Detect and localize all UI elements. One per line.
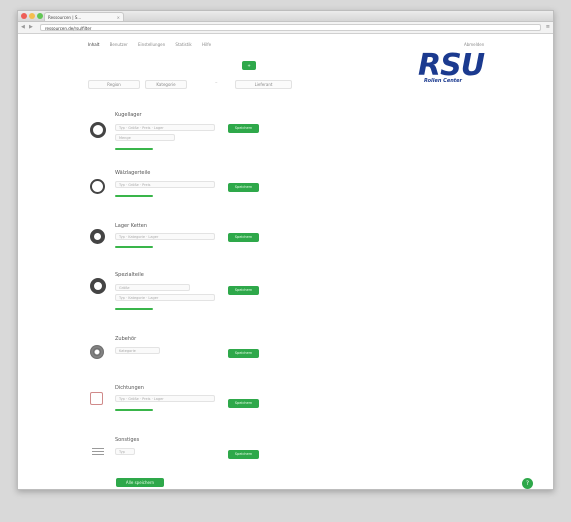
item-fields-secondary[interactable]: Menge bbox=[115, 134, 175, 141]
item-fields[interactable]: Typ · Kategorie · Lager bbox=[115, 233, 215, 240]
url-input[interactable]: ressourcen.de/rsu/filter bbox=[40, 24, 541, 31]
logo-text: RSU bbox=[418, 48, 485, 83]
item-progress bbox=[115, 148, 153, 150]
item-fields[interactable]: Typ · Größe · Preis bbox=[115, 181, 215, 188]
list-icon bbox=[92, 448, 104, 457]
item-progress bbox=[115, 195, 153, 197]
list-item: Dichtungen Typ · Größe · Preis · Lager S… bbox=[90, 385, 270, 417]
list-item: Lager Ketten Typ · Kategorie · Lager Spe… bbox=[90, 223, 270, 255]
ring-icon bbox=[90, 278, 106, 294]
item-title: Sonstiges bbox=[115, 437, 140, 443]
item-progress bbox=[115, 308, 153, 310]
item-save-button[interactable]: Speichern bbox=[228, 349, 259, 358]
item-title: Wälzlagerteile bbox=[115, 170, 151, 176]
item-progress bbox=[115, 246, 153, 248]
logout-link[interactable]: Abmelden bbox=[464, 42, 484, 47]
item-title: Lager Ketten bbox=[115, 223, 148, 229]
square-icon bbox=[90, 392, 103, 405]
close-window-icon[interactable] bbox=[21, 13, 27, 19]
item-fields[interactable]: Kategorie bbox=[115, 347, 160, 354]
nav-item-einstellungen[interactable]: Einstellungen bbox=[138, 42, 165, 47]
minimize-window-icon[interactable] bbox=[29, 13, 35, 19]
add-button[interactable]: + bbox=[242, 61, 256, 70]
ring-icon bbox=[90, 179, 105, 194]
rsu-logo: RSU Rollen Center bbox=[418, 48, 500, 86]
item-save-button[interactable]: Speichern bbox=[228, 183, 259, 192]
item-save-button[interactable]: Speichern bbox=[228, 399, 259, 408]
item-progress bbox=[115, 409, 153, 411]
list-item: Zubehör Kategorie Speichern bbox=[90, 336, 270, 364]
list-item: Wälzlagerteile Typ · Größe · Preis Speic… bbox=[90, 170, 270, 202]
item-title: Dichtungen bbox=[115, 385, 144, 391]
title-bar: Ressourcen | S... × bbox=[18, 11, 553, 22]
logo-subtitle: Rollen Center bbox=[424, 78, 463, 84]
list-item: Sonstiges Typ Speichern bbox=[90, 437, 270, 465]
gear-icon bbox=[90, 345, 104, 359]
browser-tab[interactable]: Ressourcen | S... × bbox=[44, 12, 124, 21]
item-fields[interactable]: Typ · Größe · Preis · Lager bbox=[115, 124, 215, 131]
tab-close-icon[interactable]: × bbox=[117, 13, 120, 21]
ring-icon bbox=[90, 229, 105, 244]
nav-item-hilfe[interactable]: Hilfe bbox=[202, 42, 211, 47]
item-save-button[interactable]: Speichern bbox=[228, 450, 259, 459]
item-save-button[interactable]: Speichern bbox=[228, 233, 259, 242]
item-title: Spezialteile bbox=[115, 272, 144, 278]
filter-separator: – bbox=[215, 80, 218, 86]
item-save-button[interactable]: Speichern bbox=[228, 286, 259, 295]
save-all-button[interactable]: Alle speichern bbox=[116, 478, 164, 487]
tab-title: Ressourcen | S... bbox=[48, 15, 82, 20]
nav-item-statistik[interactable]: Statistik bbox=[175, 42, 191, 47]
item-fields[interactable]: Größe bbox=[115, 284, 190, 291]
nav-item-inhalt[interactable]: Inhalt bbox=[88, 42, 99, 47]
region-select[interactable]: Region bbox=[88, 80, 140, 89]
forward-icon[interactable]: ▶ bbox=[29, 24, 33, 30]
list-item: Kugellager Typ · Größe · Preis · Lager M… bbox=[90, 112, 270, 154]
item-fields[interactable]: Typ bbox=[115, 448, 135, 455]
list-item: Spezialteile Größe Typ · Kategorie · Lag… bbox=[90, 272, 270, 316]
item-save-button[interactable]: Speichern bbox=[228, 124, 259, 133]
item-title: Zubehör bbox=[115, 336, 137, 342]
address-bar: ◀ ▶ ressourcen.de/rsu/filter ≡ bbox=[18, 22, 553, 34]
item-title: Kugellager bbox=[115, 112, 142, 118]
back-icon[interactable]: ◀ bbox=[21, 24, 25, 30]
ring-icon bbox=[90, 122, 106, 138]
help-icon[interactable]: ? bbox=[522, 478, 533, 489]
nav-item-benutzer[interactable]: Benutzer bbox=[110, 42, 128, 47]
item-fields-secondary[interactable]: Typ · Kategorie · Lager bbox=[115, 294, 215, 301]
item-fields[interactable]: Typ · Größe · Preis · Lager bbox=[115, 395, 215, 402]
supplier-select[interactable]: Lieferant bbox=[235, 80, 292, 89]
maximize-window-icon[interactable] bbox=[37, 13, 43, 19]
category-select[interactable]: Kategorie bbox=[145, 80, 187, 89]
browser-menu-icon[interactable]: ≡ bbox=[546, 24, 550, 30]
main-nav: Inhalt Benutzer Einstellungen Statistik … bbox=[88, 42, 220, 47]
